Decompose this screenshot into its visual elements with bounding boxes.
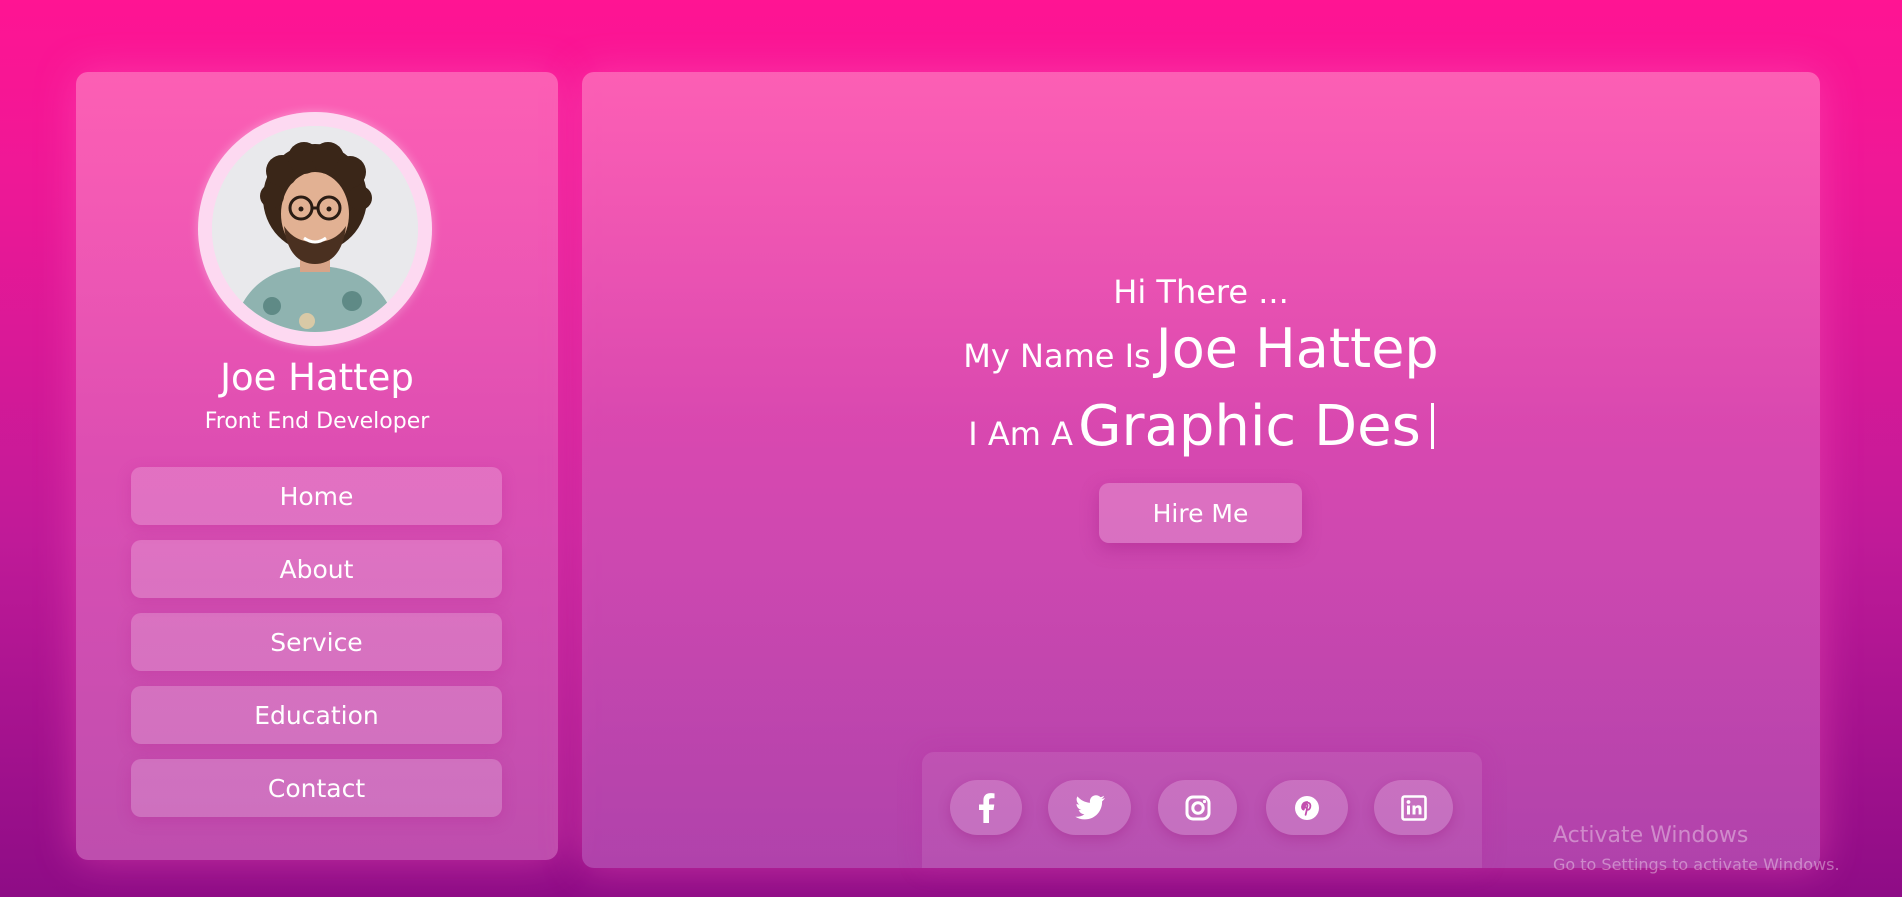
- pinterest-link[interactable]: [1266, 780, 1348, 835]
- hero-panel: Hi There ... My Name Is Joe Hattep I Am …: [582, 72, 1820, 868]
- profile-role: Front End Developer: [204, 409, 430, 434]
- role-prefix: I Am A: [968, 415, 1073, 453]
- profile-sidebar: Joe Hattep Front End Developer Home Abou…: [76, 72, 558, 860]
- sidebar-nav: Home About Service Education Contact: [131, 467, 502, 832]
- avatar: [198, 112, 432, 346]
- nav-education-button[interactable]: Education: [131, 686, 502, 744]
- facebook-icon: [979, 792, 995, 823]
- nav-home-button[interactable]: Home: [131, 467, 502, 525]
- hero-name-line: My Name Is Joe Hattep: [582, 317, 1820, 394]
- profile-name: Joe Hattep: [220, 356, 414, 399]
- hire-me-button[interactable]: Hire Me: [1099, 483, 1302, 543]
- instagram-link[interactable]: [1158, 780, 1237, 835]
- linkedin-link[interactable]: [1374, 780, 1453, 835]
- hero-role-line: I Am A Graphic Des: [582, 390, 1820, 477]
- nav-contact-button[interactable]: Contact: [131, 759, 502, 817]
- name-prefix: My Name Is: [963, 337, 1151, 375]
- typed-role: Graphic Des: [1078, 394, 1421, 459]
- pinterest-icon: [1295, 795, 1319, 820]
- hero-greeting: Hi There ...: [1113, 273, 1289, 311]
- facebook-link[interactable]: [950, 780, 1022, 835]
- windows-activation-watermark: Activate Windows Go to Settings to activ…: [1553, 823, 1840, 875]
- nav-about-button[interactable]: About: [131, 540, 502, 598]
- typing-cursor: [1430, 403, 1434, 449]
- social-links: [922, 752, 1482, 868]
- hero-name: Joe Hattep: [1155, 317, 1439, 380]
- twitter-icon: [1074, 794, 1105, 819]
- instagram-icon: [1185, 795, 1210, 820]
- linkedin-icon: [1400, 794, 1427, 821]
- profile-photo: [212, 126, 418, 332]
- watermark-subtitle: Go to Settings to activate Windows.: [1553, 855, 1840, 874]
- nav-service-button[interactable]: Service: [131, 613, 502, 671]
- watermark-title: Activate Windows: [1553, 823, 1749, 848]
- twitter-link[interactable]: [1048, 780, 1131, 835]
